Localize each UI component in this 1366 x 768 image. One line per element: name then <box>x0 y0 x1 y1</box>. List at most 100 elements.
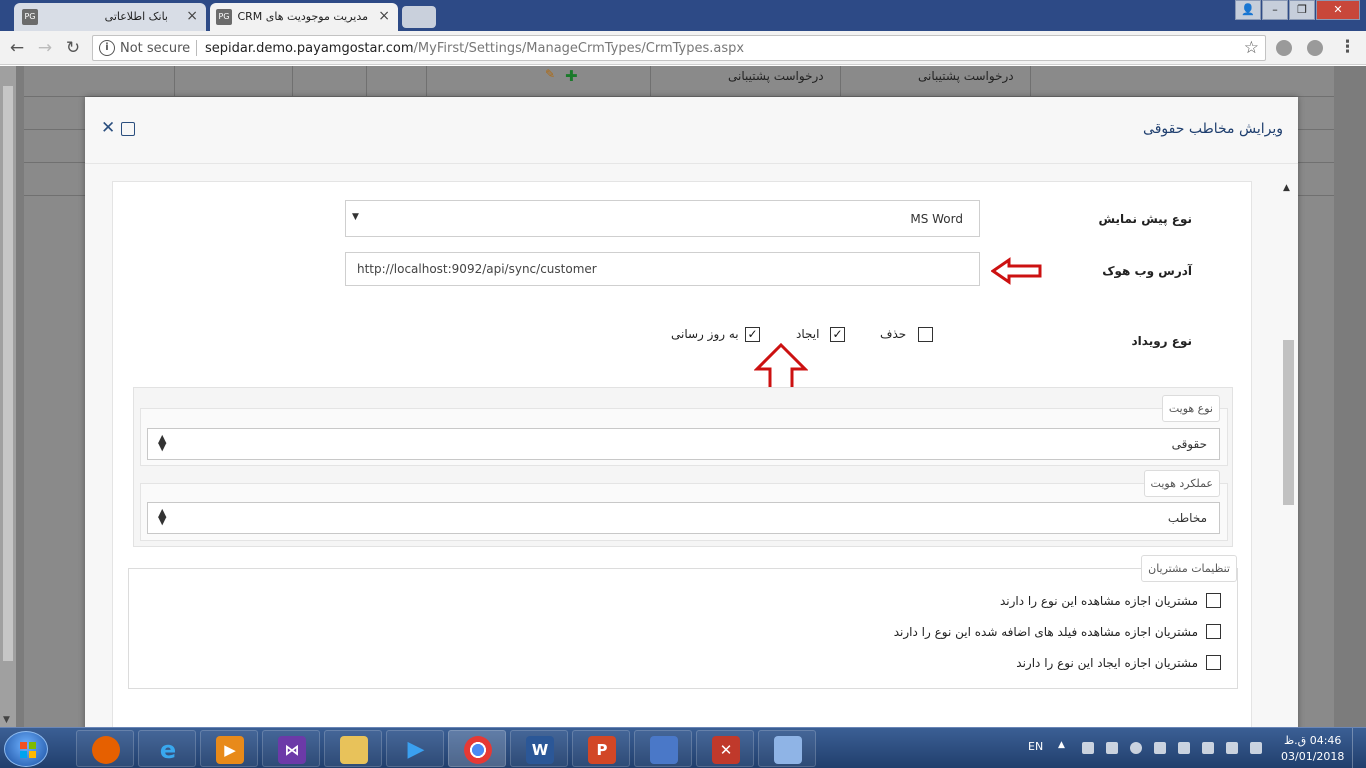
media-player-icon: ▶ <box>216 736 244 764</box>
identity-type-legend: نوع هویت <box>1161 395 1220 422</box>
minimize-button[interactable]: – <box>1262 0 1288 20</box>
check-icon: ✓ <box>832 327 843 341</box>
tray-icon[interactable] <box>1082 742 1094 754</box>
url-text: sepidar.demo.payamgostar.com/MyFirst/Set… <box>205 41 744 56</box>
customer-setting-row[interactable]: مشتریان اجازه مشاهده این نوع را دارند <box>1000 593 1221 608</box>
url-field[interactable]: i Not secure sepidar.demo.payamgostar.co… <box>92 35 1266 61</box>
windows-logo-icon <box>20 742 36 758</box>
network-icon <box>650 736 678 764</box>
preview-type-value: MS Word <box>910 212 963 226</box>
forward-icon[interactable]: → <box>34 37 56 59</box>
reload-icon[interactable]: ↻ <box>62 37 84 59</box>
scrollbar-thumb[interactable] <box>3 86 13 661</box>
powerpoint-icon: P <box>588 736 616 764</box>
internet-explorer-icon: e <box>159 736 177 764</box>
maximize-icon[interactable] <box>121 122 135 136</box>
customer-setting-row[interactable]: مشتریان اجازه مشاهده فیلد های اضافه شده … <box>894 624 1221 639</box>
customer-setting-checkbox[interactable] <box>1206 593 1221 608</box>
tab-close-icon[interactable]: × <box>378 8 390 24</box>
webhook-url-value: http://localhost:9092/api/sync/customer <box>357 262 597 276</box>
maximize-button[interactable]: ❐ <box>1289 0 1315 20</box>
tray-icon[interactable] <box>1178 742 1190 754</box>
tray-icon[interactable] <box>1106 742 1118 754</box>
player-taskbar-button[interactable]: ▶ <box>386 730 444 767</box>
tray-expand-icon[interactable]: ▲ <box>1058 740 1065 750</box>
clock-date[interactable]: 03/01/2018 <box>1281 750 1344 763</box>
add-icon[interactable]: ✚ <box>565 67 578 85</box>
user-profile-icon[interactable]: 👤 <box>1235 0 1261 20</box>
customer-setting-checkbox[interactable] <box>1206 624 1221 639</box>
close-window-button[interactable]: ✕ <box>1316 0 1360 20</box>
media-player-taskbar-button[interactable]: ▶ <box>200 730 258 767</box>
clock-time[interactable]: 04:46 ق.ظ <box>1284 734 1341 747</box>
identity-function-group: مخاطب ▲ ▼ <box>140 483 1228 541</box>
chrome-taskbar-button[interactable] <box>448 730 506 767</box>
edit-icon[interactable]: ✎ <box>545 67 555 81</box>
url-host: sepidar.demo.payamgostar.com <box>205 41 414 56</box>
tray-icon[interactable] <box>1130 742 1142 754</box>
browser-menu-icon[interactable]: ⋮ <box>1339 37 1356 57</box>
tab-close-icon[interactable]: × <box>186 8 198 24</box>
delete-checkbox[interactable] <box>918 327 933 342</box>
scroll-down-icon[interactable]: ▼ <box>3 715 10 725</box>
firefox-taskbar-button[interactable] <box>76 730 134 767</box>
volume-icon[interactable] <box>1250 742 1262 754</box>
identity-function-select[interactable]: مخاطب ▲ ▼ <box>147 502 1220 534</box>
visual-studio-taskbar-button[interactable]: ⋈ <box>262 730 320 767</box>
language-indicator[interactable]: EN <box>1028 740 1043 753</box>
scroll-up-icon[interactable]: ▲ <box>1283 183 1290 193</box>
window-controls: 👤 – ❐ ✕ <box>1234 0 1360 20</box>
annotation-arrow-left-icon <box>991 257 1042 285</box>
edit-modal: ویرایش مخاطب حقوقی ✕ ▲ نوع پیش نمایش MS … <box>85 97 1298 727</box>
identity-type-group: حقوقی ▲ ▼ <box>140 408 1228 466</box>
info-icon[interactable]: i <box>99 40 115 56</box>
identity-type-select[interactable]: حقوقی ▲ ▼ <box>147 428 1220 460</box>
start-button[interactable] <box>4 731 48 767</box>
security-label: Not secure <box>120 41 191 56</box>
check-icon: ✓ <box>747 327 758 341</box>
powerpoint-taskbar-button[interactable]: P <box>572 730 630 767</box>
tool-taskbar-button[interactable]: ✕ <box>696 730 754 767</box>
update-checkbox[interactable]: ✓ <box>745 327 760 342</box>
customer-setting-row[interactable]: مشتریان اجازه ایجاد این نوع را دارند <box>1016 655 1221 670</box>
tab-database[interactable]: PG بانک اطلاعاتی × <box>14 3 206 31</box>
tool-icon: ✕ <box>712 736 740 764</box>
address-bar: ← → ↻ i Not secure sepidar.demo.payamgos… <box>0 31 1366 65</box>
ie-taskbar-button[interactable]: e <box>138 730 196 767</box>
page-scrollbar[interactable]: ▼ <box>0 66 16 727</box>
update-label: به روز رسانی <box>671 327 739 341</box>
extension-icon[interactable] <box>1307 40 1323 56</box>
browser-tab-bar: PG بانک اطلاعاتی × PG مدیریت موجودیت های… <box>0 0 1366 31</box>
flag-icon[interactable] <box>1154 742 1166 754</box>
new-tab-button[interactable] <box>402 6 436 28</box>
tray-icon[interactable] <box>1202 742 1214 754</box>
chevron-down-icon: ▼ <box>352 212 359 222</box>
create-checkbox[interactable]: ✓ <box>830 327 845 342</box>
windows-taskbar: e ▶ ⋈ ▶ W P ✕ EN ▲ 04:46 ق.ظ 03/01/2018 <box>0 727 1366 768</box>
customer-settings-panel: مشتریان اجازه مشاهده این نوع را دارند مش… <box>128 568 1238 689</box>
scrollbar-thumb[interactable] <box>1283 340 1294 505</box>
word-icon: W <box>526 736 554 764</box>
bookmark-star-icon[interactable]: ☆ <box>1244 38 1259 58</box>
signal-icon[interactable] <box>1226 742 1238 754</box>
back-icon[interactable]: ← <box>6 37 28 59</box>
delete-label: حذف <box>880 327 907 341</box>
tab-crm-entities[interactable]: PG مدیریت موجودیت های CRM × <box>210 3 398 31</box>
customer-setting-checkbox[interactable] <box>1206 655 1221 670</box>
tab-title: بانک اطلاعاتی <box>104 10 168 23</box>
show-desktop-button[interactable] <box>1352 728 1366 768</box>
table-cell: درخواست پشتیبانی <box>728 69 824 83</box>
identity-fieldset: حقوقی ▲ ▼ نوع هویت مخاطب ▲ ▼ عملکرد هویت <box>133 387 1233 547</box>
word-taskbar-button[interactable]: W <box>510 730 568 767</box>
webhook-url-input[interactable]: http://localhost:9092/api/sync/customer <box>345 252 980 286</box>
table-cell: درخواست پشتیبانی <box>918 69 1014 83</box>
favicon-icon: PG <box>22 9 38 25</box>
preview-type-select[interactable]: MS Word ▼ <box>345 200 980 237</box>
explorer-taskbar-button[interactable] <box>324 730 382 767</box>
tab-title: مدیریت موجودیت های CRM <box>237 10 368 23</box>
extension-icon[interactable] <box>1276 40 1292 56</box>
paint-taskbar-button[interactable] <box>758 730 816 767</box>
close-icon[interactable]: ✕ <box>101 118 115 138</box>
modal-scrollbar[interactable]: ▲ <box>1280 183 1296 727</box>
network-taskbar-button[interactable] <box>634 730 692 767</box>
